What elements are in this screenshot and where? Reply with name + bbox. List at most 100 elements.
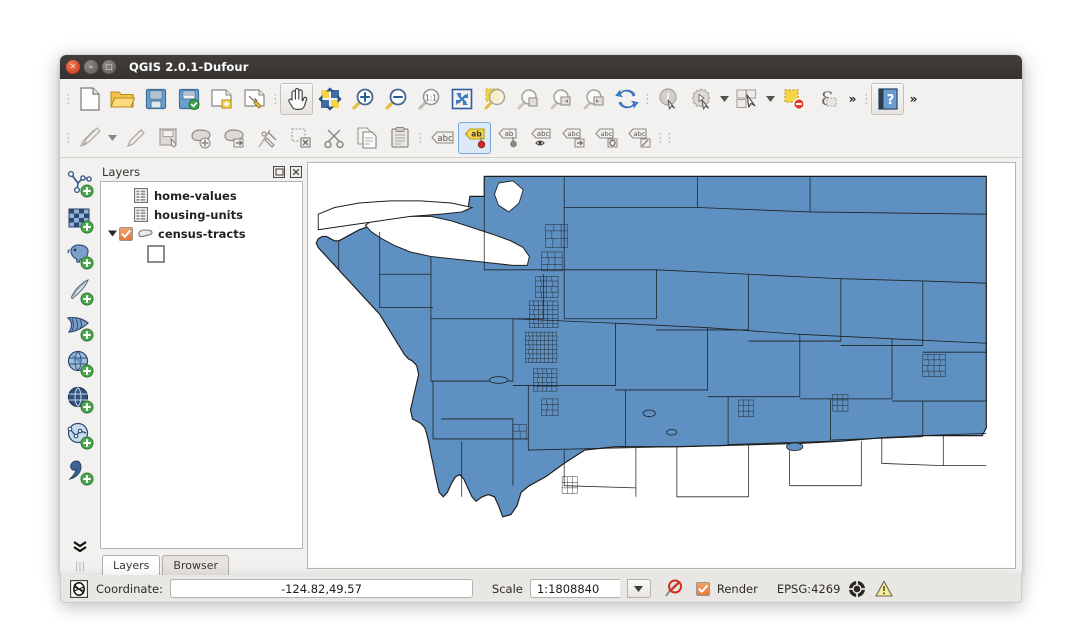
window-titlebar: ✕ – □ QGIS 2.0.1-Dufour (60, 55, 1022, 79)
identify-icon: i (658, 88, 677, 110)
zoom-full-icon (451, 88, 472, 110)
label-change-icon: abc (627, 128, 650, 148)
add-postgis-layer-button[interactable] (63, 238, 97, 274)
refresh-button[interactable] (610, 83, 643, 115)
label-show-icon: ab (497, 128, 517, 148)
table-layer-icon (133, 188, 149, 204)
add-spatialite-layer-button[interactable] (63, 274, 97, 310)
feature-action-dropdown[interactable] (718, 83, 731, 115)
scale-dropdown-button[interactable] (626, 579, 651, 598)
help-book-icon: ? (877, 88, 898, 110)
add-wms-layer-button[interactable] (63, 346, 97, 382)
zoom-actual-size-button[interactable]: 1:1 (412, 83, 445, 115)
zoom-to-layer-button[interactable] (511, 83, 544, 115)
float-dock-icon[interactable] (272, 165, 286, 179)
layer-item-census-tracts[interactable]: census-tracts (103, 224, 300, 243)
tab-browser[interactable]: Browser (162, 555, 229, 575)
add-feature-button[interactable] (185, 122, 218, 154)
add-vector-layer-button[interactable] (63, 166, 97, 202)
paste-features-button[interactable] (383, 122, 416, 154)
new-project-button[interactable] (73, 83, 106, 115)
expand-collapse-icon[interactable] (105, 227, 119, 241)
add-raster-layer-button[interactable] (63, 202, 97, 238)
current-edits-button[interactable] (119, 122, 152, 154)
run-feature-action-button[interactable] (685, 83, 718, 115)
zoom-full-button[interactable] (445, 83, 478, 115)
toolbar-separator (64, 88, 73, 110)
select-features-icon (735, 89, 756, 109)
polygon-layer-icon (137, 226, 153, 242)
toolbar-separator (643, 88, 652, 110)
messages-icon[interactable] (69, 579, 89, 599)
identify-features-button[interactable]: i (652, 83, 685, 115)
coordinate-input[interactable]: -124.82,49.57 (169, 579, 473, 598)
add-spatialite-layer-icon (71, 279, 94, 306)
layer-visibility-checkbox[interactable] (119, 226, 133, 241)
help-button[interactable]: ? (871, 83, 904, 115)
washington-census-tracts-map (315, 175, 987, 518)
deselect-features-button[interactable] (777, 83, 810, 115)
screenshot-root: ✕ – □ QGIS 2.0.1-Dufour ⋮ ⋮ 1:1 ⋮ i Ɛ » … (0, 0, 1082, 641)
zoom-next-button[interactable] (577, 83, 610, 115)
save-icon (145, 88, 166, 110)
zoom-in-button[interactable] (346, 83, 379, 115)
open-project-button[interactable] (106, 83, 139, 115)
tab-layers[interactable]: Layers (102, 555, 161, 575)
composer-manager-button[interactable] (238, 83, 271, 115)
toolbar-overflow-button-2[interactable]: » (904, 83, 923, 115)
pin-labels-button[interactable]: ab (458, 122, 491, 154)
zoom-last-button[interactable] (544, 83, 577, 115)
census-tracts-symbol[interactable] (147, 245, 165, 263)
render-checkbox[interactable] (695, 581, 710, 596)
change-label-button[interactable]: abc (623, 122, 656, 154)
scale-input[interactable]: 1:1808840 (529, 579, 620, 598)
layer-item-home-values[interactable]: home-values (103, 186, 300, 205)
crs-globe-icon[interactable] (847, 579, 867, 599)
layer-symbol-row[interactable] (103, 243, 300, 265)
move-label-button[interactable]: abc (557, 122, 590, 154)
zoom-out-button[interactable] (379, 83, 412, 115)
warning-icon[interactable] (874, 579, 894, 599)
layer-labeling-button[interactable]: abc (425, 122, 458, 154)
stop-render-button[interactable] (664, 579, 684, 599)
add-mssql-layer-button[interactable] (63, 310, 97, 346)
left-toolbar-overflow-button[interactable] (63, 537, 97, 557)
close-dock-icon[interactable] (289, 165, 303, 179)
rotate-label-button[interactable]: abc (590, 122, 623, 154)
layer-item-housing-units[interactable]: housing-units (103, 205, 300, 224)
add-delimited-text-layer-button[interactable] (63, 454, 97, 490)
show-hide-labels-button[interactable]: ab (491, 122, 524, 154)
zoom-last-icon (550, 89, 571, 110)
highlight-pinned-labels-button[interactable]: abc (524, 122, 557, 154)
save-layer-edits-button[interactable] (152, 122, 185, 154)
new-print-composer-button[interactable] (205, 83, 238, 115)
save-project-button[interactable] (139, 83, 172, 115)
layers-panel-header: Layers (100, 162, 303, 181)
open-field-calculator-button[interactable]: Ɛ (810, 83, 843, 115)
label-eye-icon: abc (530, 128, 551, 146)
maximize-button[interactable]: □ (102, 60, 116, 74)
cut-features-button[interactable] (317, 122, 350, 154)
minimize-button[interactable]: – (84, 60, 98, 74)
move-feature-button[interactable] (218, 122, 251, 154)
node-tool-button[interactable] (251, 122, 284, 154)
check-icon (698, 584, 708, 593)
zoom-to-selection-button[interactable] (478, 83, 511, 115)
map-canvas[interactable] (307, 162, 1016, 569)
close-button[interactable]: ✕ (66, 60, 80, 74)
toolbar-grip[interactable]: ||| (71, 561, 89, 572)
toggle-editing-dropdown[interactable] (106, 122, 119, 154)
toggle-editing-button[interactable] (73, 122, 106, 154)
copy-features-button[interactable] (350, 122, 383, 154)
select-features-button[interactable] (731, 83, 764, 115)
add-wfs-layer-button[interactable] (63, 418, 97, 454)
add-wcs-layer-button[interactable] (63, 382, 97, 418)
pan-map-button[interactable] (280, 83, 313, 115)
delete-selected-button[interactable] (284, 122, 317, 154)
add-postgis-layer-icon (67, 244, 94, 270)
save-project-as-button[interactable] (172, 83, 205, 115)
close-icon: ✕ (69, 62, 77, 71)
pan-to-selection-button[interactable] (313, 83, 346, 115)
select-dropdown[interactable] (764, 83, 777, 115)
layer-tree[interactable]: home-values housing-units census-tracts (100, 181, 303, 549)
